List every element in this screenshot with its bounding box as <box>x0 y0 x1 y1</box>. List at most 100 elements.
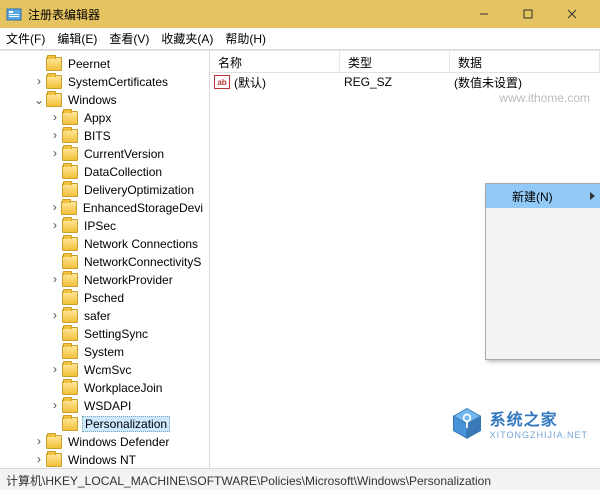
folder-icon <box>62 237 78 251</box>
col-name[interactable]: 名称 <box>210 51 340 72</box>
tree-node-label: Network Connections <box>82 237 200 251</box>
maximize-button[interactable] <box>506 0 550 28</box>
minimize-button[interactable] <box>462 0 506 28</box>
context-menu-parent: 新建(N) <box>486 184 600 359</box>
tree-node[interactable]: › safer <box>4 307 209 325</box>
menu-file[interactable]: 文件(F) <box>6 30 45 47</box>
menu-help[interactable]: 帮助(H) <box>225 30 266 47</box>
menu-edit[interactable]: 编辑(E) <box>57 30 97 47</box>
tree-twisty-icon[interactable]: ⌄ <box>32 93 46 108</box>
tree-node[interactable]: › Windows NT <box>4 451 209 468</box>
folder-icon <box>61 201 76 215</box>
tree-node[interactable]: › EnhancedStorageDevi <box>4 199 209 217</box>
tree-node[interactable]: DataCollection <box>4 163 209 181</box>
folder-icon <box>62 345 78 359</box>
menu-favorites[interactable]: 收藏夹(A) <box>161 30 213 47</box>
regedit-icon <box>6 6 22 22</box>
tree-node[interactable]: Peernet <box>4 55 209 73</box>
tree-twisty-icon[interactable]: › <box>48 219 62 233</box>
tree-node-label: safer <box>82 309 113 323</box>
tree-node-label: NetworkProvider <box>82 273 175 287</box>
tree-node[interactable]: › Windows Defender <box>4 433 209 451</box>
tree-node[interactable]: System <box>4 343 209 361</box>
folder-icon <box>46 75 62 89</box>
col-type[interactable]: 类型 <box>340 51 450 72</box>
list-row[interactable]: ab (默认) REG_SZ (数值未设置) <box>210 73 600 91</box>
tree-node[interactable]: ›BITS <box>4 127 209 145</box>
folder-icon <box>62 327 78 341</box>
context-menu: 新建(N) 项(K)字符串值(S)二进制值(B)DWORD (32 位)值(D)… <box>485 183 600 360</box>
tree-node-label: WorkplaceJoin <box>82 381 164 395</box>
string-value-icon: ab <box>214 75 230 89</box>
tree-twisty-icon[interactable]: › <box>48 273 62 287</box>
tree-twisty-icon[interactable]: › <box>48 201 61 215</box>
menu-view[interactable]: 查看(V) <box>109 30 149 47</box>
tree-node-label: EnhancedStorageDevi <box>81 201 205 215</box>
folder-icon <box>46 93 62 107</box>
tree-node[interactable]: › NetworkProvider <box>4 271 209 289</box>
tree-node[interactable]: DeliveryOptimization <box>4 181 209 199</box>
tree-twisty-icon[interactable]: › <box>48 129 62 143</box>
tree-twisty-icon[interactable]: › <box>32 435 46 449</box>
content-area: Peernet›SystemCertificates⌄Windows›Appx›… <box>0 50 600 468</box>
col-data[interactable]: 数据 <box>450 51 600 72</box>
tree-node[interactable]: › WcmSvc <box>4 361 209 379</box>
tree-node[interactable]: ›Appx <box>4 109 209 127</box>
value-type: REG_SZ <box>344 75 454 89</box>
submenu-arrow-icon <box>590 192 595 200</box>
folder-icon <box>62 219 78 233</box>
tree-node-label: Windows NT <box>66 453 138 467</box>
folder-icon <box>46 57 62 71</box>
tree-node[interactable]: ›IPSec <box>4 217 209 235</box>
tree-node[interactable]: Personalization <box>4 415 209 433</box>
registry-tree[interactable]: Peernet›SystemCertificates⌄Windows›Appx›… <box>0 51 210 468</box>
folder-icon <box>62 309 78 323</box>
tree-node[interactable]: ›SystemCertificates <box>4 73 209 91</box>
tree-node[interactable]: WorkplaceJoin <box>4 379 209 397</box>
menubar: 文件(F) 编辑(E) 查看(V) 收藏夹(A) 帮助(H) <box>0 28 600 50</box>
value-name: (默认) <box>234 74 344 91</box>
titlebar: 注册表编辑器 <box>0 0 600 28</box>
close-button[interactable] <box>550 0 594 28</box>
folder-icon <box>62 291 78 305</box>
window-title: 注册表编辑器 <box>28 6 462 23</box>
tree-node-label: Peernet <box>66 57 112 71</box>
tree-node-label: WSDAPI <box>82 399 133 413</box>
tree-node-label: Personalization <box>82 416 170 432</box>
tree-twisty-icon[interactable]: › <box>48 399 62 413</box>
tree-node[interactable]: NetworkConnectivityS <box>4 253 209 271</box>
tree-node-label: System <box>82 345 126 359</box>
menu-new[interactable]: 新建(N) <box>486 184 600 208</box>
tree-node-label: WcmSvc <box>82 363 133 377</box>
tree-node[interactable]: ›CurrentVersion <box>4 145 209 163</box>
folder-icon <box>62 111 78 125</box>
tree-twisty-icon[interactable]: › <box>48 147 62 161</box>
folder-icon <box>62 147 78 161</box>
folder-icon <box>62 381 78 395</box>
brand-url: XITONGZHIJIA.NET <box>490 430 588 440</box>
tree-node[interactable]: Network Connections <box>4 235 209 253</box>
folder-icon <box>62 183 78 197</box>
folder-icon <box>62 399 78 413</box>
folder-icon <box>62 129 78 143</box>
brand-cube-icon <box>450 406 484 440</box>
tree-node-label: DeliveryOptimization <box>82 183 196 197</box>
value-list[interactable]: 名称 类型 数据 ab (默认) REG_SZ (数值未设置) www.itho… <box>210 51 600 468</box>
tree-node-label: Windows <box>66 93 119 107</box>
tree-twisty-icon[interactable]: › <box>32 75 46 89</box>
tree-node[interactable]: ⌄ Windows <box>4 91 209 109</box>
tree-twisty-icon[interactable]: › <box>32 453 46 467</box>
tree-node-label: NetworkConnectivityS <box>82 255 203 269</box>
tree-node[interactable]: › WSDAPI <box>4 397 209 415</box>
tree-node[interactable]: SettingSync <box>4 325 209 343</box>
folder-icon <box>62 255 78 269</box>
status-bar: 计算机\HKEY_LOCAL_MACHINE\SOFTWARE\Policies… <box>0 468 600 490</box>
tree-node-label: Windows Defender <box>66 435 171 449</box>
tree-node[interactable]: Psched <box>4 289 209 307</box>
folder-icon <box>62 165 78 179</box>
tree-twisty-icon[interactable]: › <box>48 111 62 125</box>
value-data: (数值未设置) <box>454 74 600 91</box>
tree-twisty-icon[interactable]: › <box>48 309 62 323</box>
watermark-ithome: www.ithome.com <box>499 91 590 105</box>
tree-twisty-icon[interactable]: › <box>48 363 62 377</box>
